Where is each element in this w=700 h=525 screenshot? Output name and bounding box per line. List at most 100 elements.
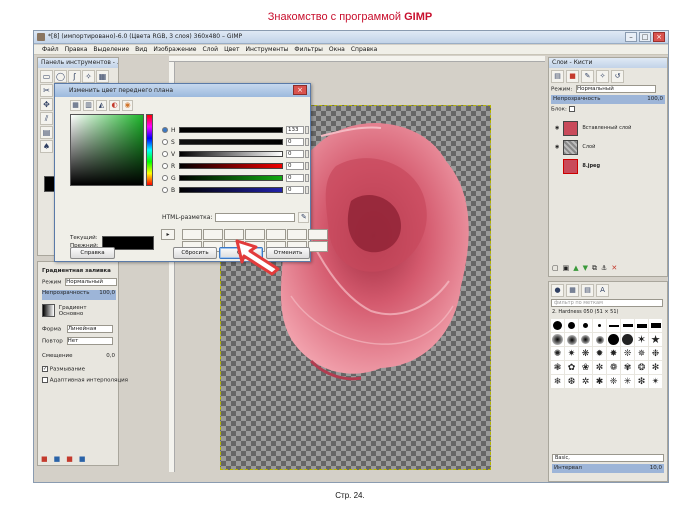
offset-row[interactable]: Смещение 0,0	[42, 353, 116, 359]
brush-swatch[interactable]	[551, 319, 564, 332]
slider-g[interactable]: G 0	[162, 174, 309, 182]
patterns-panel-tab-icon[interactable]: ▦	[566, 284, 579, 297]
brush-swatch[interactable]: ✺	[551, 347, 564, 360]
shape-select[interactable]: Линейная	[66, 325, 113, 333]
menu-edit[interactable]: Правка	[65, 46, 88, 53]
layer-row[interactable]: ◉ Вставленный слой	[549, 119, 667, 138]
slider-g-spin[interactable]	[305, 174, 309, 182]
delete-layer-icon[interactable]: ✕	[611, 264, 617, 273]
slider-h-spin[interactable]	[305, 126, 309, 134]
lock-pixels-checkbox[interactable]	[568, 106, 575, 112]
brushes-panel-tab-icon[interactable]: ●	[551, 284, 564, 297]
history-tab-icon[interactable]: ↺	[611, 70, 624, 83]
slider-s-value[interactable]: 0	[286, 138, 304, 146]
channels-tab-icon[interactable]: ■	[566, 70, 579, 83]
dialog-close-button[interactable]: ×	[293, 85, 307, 95]
eye-icon[interactable]: ◉	[555, 144, 559, 150]
html-notation-input[interactable]	[215, 213, 296, 222]
help-button[interactable]: Справка	[70, 247, 115, 259]
radio-s[interactable]	[162, 139, 168, 145]
slider-b[interactable]: B 0	[162, 186, 309, 194]
raise-layer-icon[interactable]: ▲	[573, 264, 578, 273]
slider-r-value[interactable]: 0	[286, 162, 304, 170]
brush-swatch[interactable]: ❇	[635, 375, 648, 388]
minimize-button[interactable]: –	[625, 32, 637, 42]
mode-select[interactable]: Нормальный	[65, 278, 118, 286]
brush-swatch[interactable]: ❋	[579, 347, 592, 360]
menu-help[interactable]: Справка	[351, 46, 377, 53]
history-swatch[interactable]	[182, 229, 202, 240]
slider-v-bar[interactable]	[179, 151, 283, 157]
radio-v[interactable]	[162, 151, 168, 157]
new-layer-icon[interactable]: ▢	[552, 264, 559, 273]
slider-h[interactable]: H 133	[162, 126, 309, 134]
brush-swatch[interactable]: ✸	[607, 347, 620, 360]
lower-layer-icon[interactable]: ▼	[583, 264, 588, 273]
brush-swatch[interactable]	[621, 333, 634, 346]
layer-opacity-slider[interactable]: Непрозрачность 100,0	[551, 95, 665, 104]
maximize-button[interactable]: □	[639, 32, 651, 42]
slider-b-bar[interactable]	[179, 187, 283, 193]
saturation-value-square[interactable]	[70, 114, 144, 186]
adaptive-row[interactable]: Адаптивная интерполяция	[42, 377, 128, 384]
eye-icon[interactable]: ◉	[555, 125, 559, 131]
brush-swatch[interactable]	[551, 333, 564, 346]
dither-row[interactable]: ✓ Размывание	[42, 366, 85, 373]
brush-swatch[interactable]: ❁	[607, 361, 620, 374]
slider-g-value[interactable]: 0	[286, 174, 304, 182]
brush-swatch[interactable]: ✱	[593, 375, 606, 388]
gradient-preview[interactable]	[42, 304, 55, 317]
brush-swatch[interactable]: ✴	[649, 375, 662, 388]
layers-tab-icon[interactable]: ▤	[551, 70, 564, 83]
brush-swatch[interactable]	[607, 319, 620, 332]
brush-swatch[interactable]: ✳	[621, 375, 634, 388]
watercolor-selector-tab-icon[interactable]: ◐	[109, 100, 120, 111]
slider-v-spin[interactable]	[305, 150, 309, 158]
dither-checkbox[interactable]: ✓	[42, 366, 48, 372]
menu-view[interactable]: Вид	[135, 46, 147, 53]
gimp-selector-tab-icon[interactable]: ▦	[70, 100, 81, 111]
opacity-slider[interactable]: Непрозрачность 100,0	[42, 290, 116, 300]
close-window-button[interactable]: ×	[653, 32, 665, 42]
menu-select[interactable]: Выделение	[93, 46, 129, 53]
slider-r[interactable]: R 0	[162, 162, 309, 170]
slider-s-bar[interactable]	[179, 139, 283, 145]
brush-swatch[interactable]	[579, 333, 592, 346]
wheel-selector-tab-icon[interactable]: ◉	[122, 100, 133, 111]
slider-v[interactable]: V 0	[162, 150, 309, 158]
horizontal-ruler[interactable]	[169, 56, 545, 62]
ink-tool-icon[interactable]: ♠	[40, 140, 53, 153]
slider-v-value[interactable]: 0	[286, 150, 304, 158]
brush-swatch[interactable]	[593, 333, 606, 346]
brush-swatch[interactable]: ❈	[607, 375, 620, 388]
radio-g[interactable]	[162, 175, 168, 181]
brush-swatch[interactable]: ❊	[621, 347, 634, 360]
brush-swatch[interactable]	[621, 319, 634, 332]
hue-strip[interactable]	[146, 114, 153, 186]
brush-tag-field[interactable]: Basic,	[552, 454, 664, 462]
history-swatch[interactable]	[308, 229, 328, 240]
add-to-history-button[interactable]: ▸	[161, 229, 175, 240]
slider-g-bar[interactable]	[179, 175, 283, 181]
brush-swatch[interactable]: ❃	[551, 361, 564, 374]
brush-swatch[interactable]: ❉	[649, 347, 662, 360]
delete-options-icon[interactable]: ■	[66, 455, 73, 463]
brush-swatch[interactable]	[607, 333, 620, 346]
menu-filters[interactable]: Фильтры	[294, 46, 322, 53]
triangle-selector-tab-icon[interactable]: ◭	[96, 100, 107, 111]
layer-row[interactable]: ◉ Слой	[549, 138, 667, 157]
free-select-tool-icon[interactable]: ʃ	[68, 70, 81, 83]
cmyk-selector-tab-icon[interactable]: ▥	[83, 100, 94, 111]
slider-h-value[interactable]: 133	[286, 126, 304, 134]
gradients-panel-tab-icon[interactable]: ▤	[581, 284, 594, 297]
history-swatch[interactable]	[203, 229, 223, 240]
menu-layer[interactable]: Слой	[202, 46, 218, 53]
slider-h-bar[interactable]	[179, 127, 283, 133]
brush-swatch[interactable]: ❂	[635, 361, 648, 374]
slider-r-bar[interactable]	[179, 163, 283, 169]
menu-file[interactable]: Файл	[42, 46, 59, 53]
brush-swatch[interactable]: ✲	[579, 375, 592, 388]
slider-s[interactable]: S 0	[162, 138, 309, 146]
radio-b[interactable]	[162, 187, 168, 193]
brush-swatch[interactable]: ✼	[593, 361, 606, 374]
